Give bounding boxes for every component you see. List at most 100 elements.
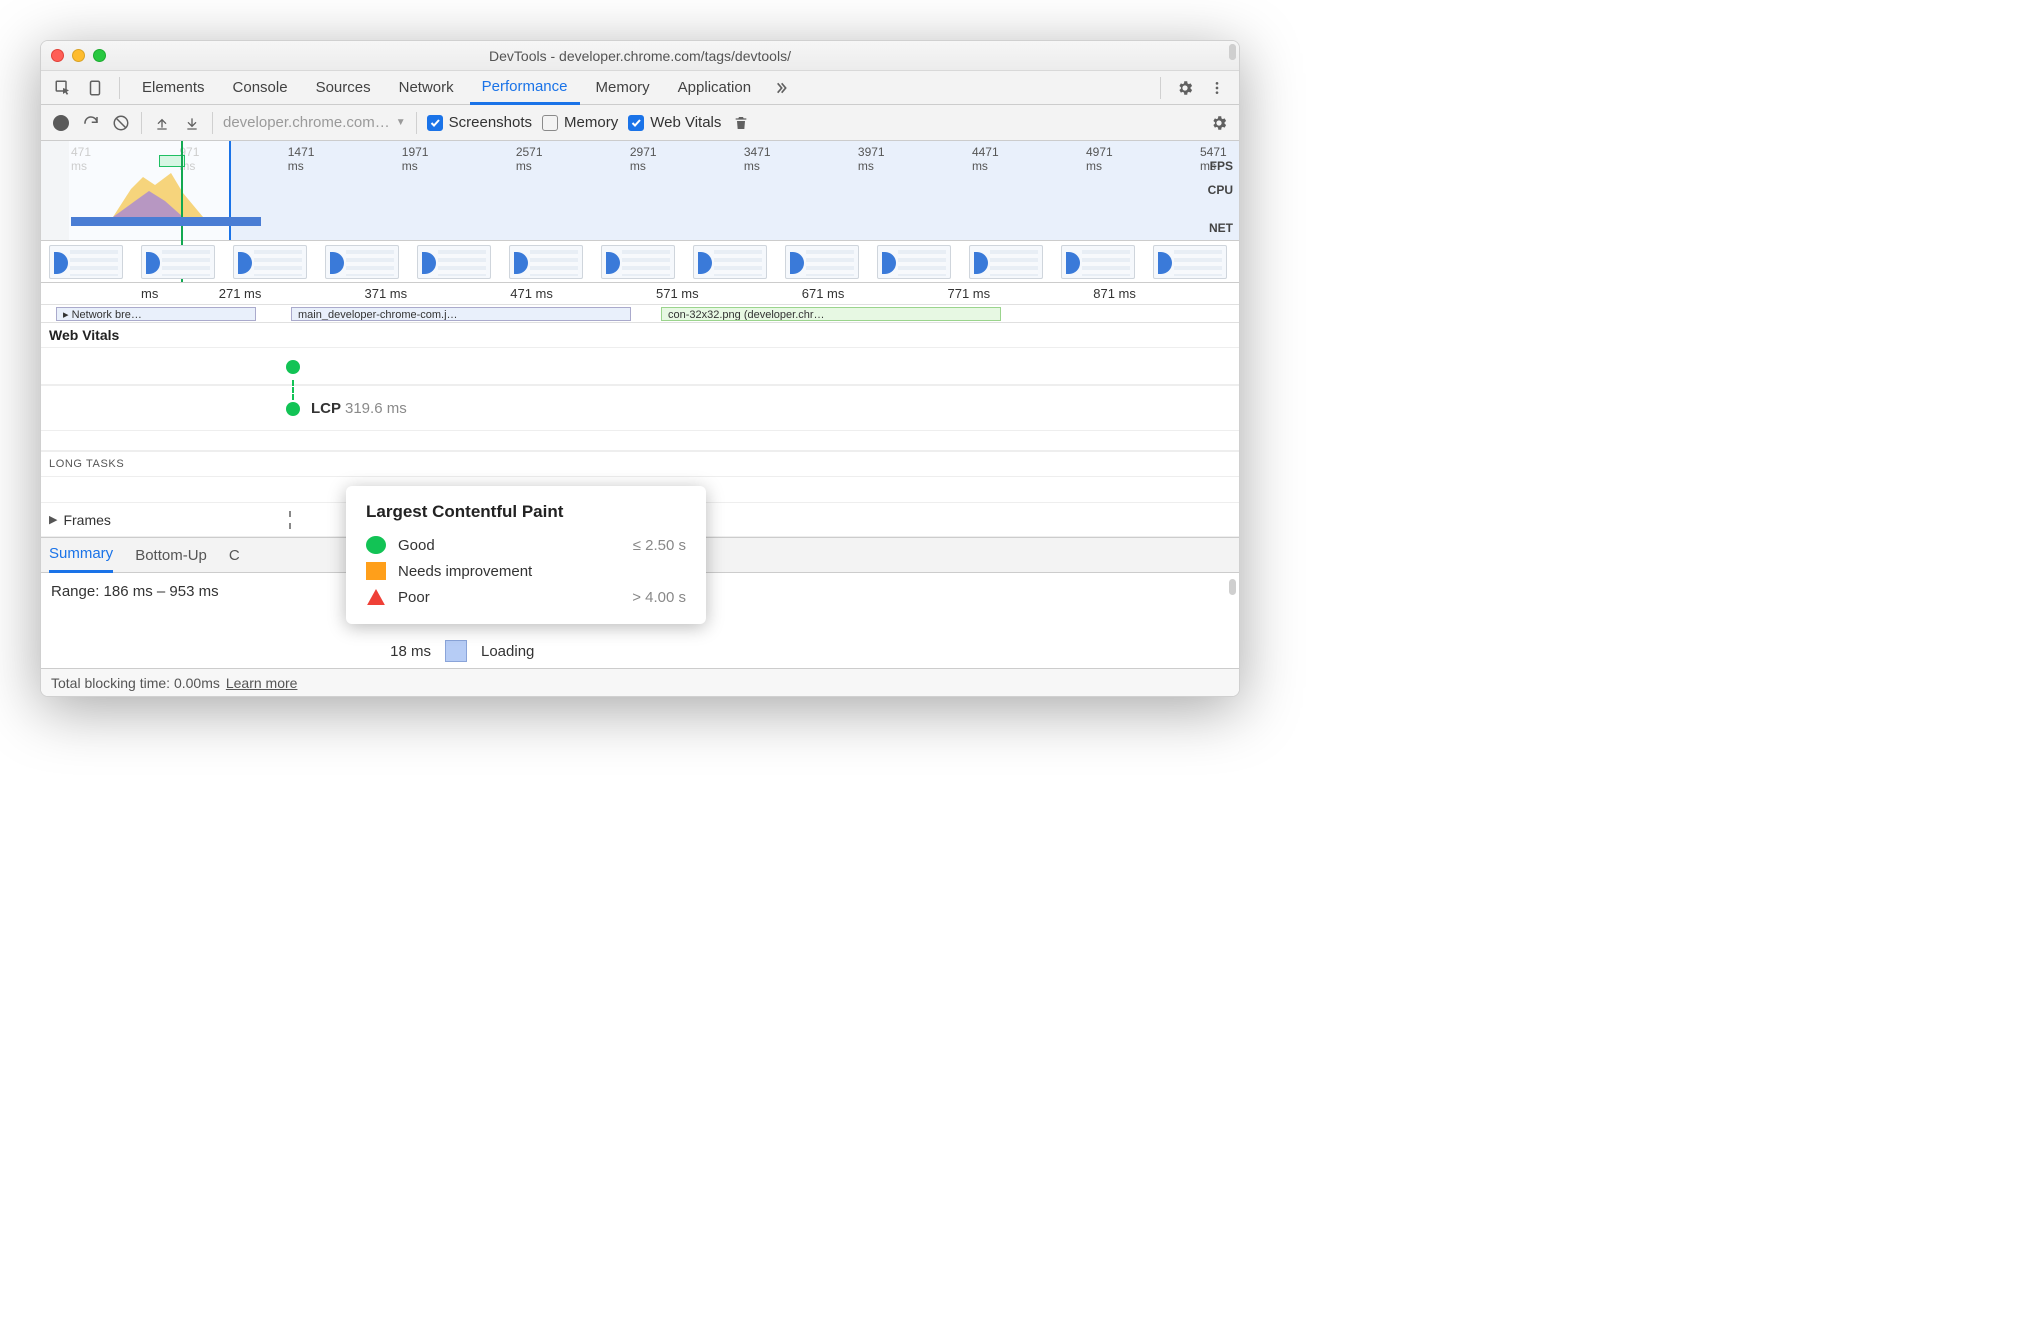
screenshot-thumb[interactable] bbox=[969, 245, 1043, 279]
separator bbox=[212, 112, 213, 134]
tbt-text: Total blocking time: 0.00ms bbox=[51, 675, 220, 691]
capture-settings-gear-icon[interactable] bbox=[1209, 113, 1229, 133]
cpu-peak bbox=[113, 171, 203, 217]
screenshot-thumb[interactable] bbox=[693, 245, 767, 279]
chevron-down-icon: ▼ bbox=[396, 117, 406, 128]
tooltip-label: Poor bbox=[398, 589, 430, 606]
scrollbar-thumb[interactable] bbox=[1229, 579, 1236, 595]
frame-marker bbox=[289, 511, 291, 529]
memory-checkbox[interactable]: Memory bbox=[542, 114, 618, 131]
screenshot-thumb[interactable] bbox=[325, 245, 399, 279]
tooltip-row-good: Good ≤ 2.50 s bbox=[366, 532, 686, 558]
tick: 771 ms bbox=[947, 286, 1093, 301]
tab-network[interactable]: Network bbox=[387, 71, 466, 105]
net-bar bbox=[71, 217, 261, 226]
screenshot-thumb[interactable] bbox=[1061, 245, 1135, 279]
fps-label: FPS bbox=[1210, 159, 1233, 173]
loading-swatch bbox=[445, 640, 467, 662]
frames-label: Frames bbox=[63, 512, 110, 528]
screenshot-thumb[interactable] bbox=[141, 245, 215, 279]
longtasks-label: LONG TASKS bbox=[49, 458, 124, 470]
tab-elements[interactable]: Elements bbox=[130, 71, 217, 105]
tick: 471 ms bbox=[510, 286, 656, 301]
memory-label: Memory bbox=[564, 114, 618, 131]
screenshot-thumb[interactable] bbox=[49, 245, 123, 279]
separator bbox=[1160, 77, 1161, 99]
more-tabs-icon[interactable] bbox=[767, 74, 795, 102]
tab-memory[interactable]: Memory bbox=[584, 71, 662, 105]
learn-more-link[interactable]: Learn more bbox=[226, 675, 298, 691]
lcp-dashed-connector bbox=[292, 380, 294, 400]
device-toolbar-icon[interactable] bbox=[81, 74, 109, 102]
cpu-label: CPU bbox=[1208, 183, 1233, 197]
tick: 571 ms bbox=[656, 286, 802, 301]
screenshot-thumb[interactable] bbox=[509, 245, 583, 279]
tooltip-label: Needs improvement bbox=[398, 563, 532, 580]
screenshots-label: Screenshots bbox=[449, 114, 532, 131]
inspect-element-icon[interactable] bbox=[49, 74, 77, 102]
webvitals-label: Web Vitals bbox=[650, 114, 721, 131]
screenshot-strip[interactable] bbox=[41, 241, 1239, 283]
vital-track[interactable] bbox=[41, 347, 1239, 385]
tab-sources[interactable]: Sources bbox=[304, 71, 383, 105]
separator bbox=[119, 77, 120, 99]
recording-url-label: developer.chrome.com… bbox=[223, 114, 390, 131]
tick: 871 ms bbox=[1093, 286, 1239, 301]
kebab-menu-icon[interactable] bbox=[1203, 74, 1231, 102]
needs-square-icon bbox=[366, 562, 386, 580]
network-chip[interactable]: main_developer-chrome-com.j… bbox=[291, 307, 631, 321]
reload-record-icon[interactable] bbox=[81, 113, 101, 133]
performance-toolbar: developer.chrome.com… ▼ Screenshots Memo… bbox=[41, 105, 1239, 141]
screenshot-thumb[interactable] bbox=[601, 245, 675, 279]
scrollbar-thumb[interactable] bbox=[1229, 44, 1236, 60]
tab-summary[interactable]: Summary bbox=[49, 537, 113, 573]
tick: 271 ms bbox=[219, 286, 365, 301]
flame-ticks[interactable]: ms 271 ms 371 ms 471 ms 571 ms 671 ms 77… bbox=[41, 283, 1239, 305]
screenshot-thumb[interactable] bbox=[417, 245, 491, 279]
timeline-overview[interactable]: 471 ms971 ms 1471 ms1971 ms 2571 ms2971 … bbox=[41, 141, 1239, 241]
network-chip[interactable]: con-32x32.png (developer.chr… bbox=[661, 307, 1001, 321]
empty-track bbox=[41, 431, 1239, 451]
trash-icon[interactable] bbox=[731, 113, 751, 133]
upload-profile-icon[interactable] bbox=[152, 113, 172, 133]
clear-icon[interactable] bbox=[111, 113, 131, 133]
devtools-tabbar: Elements Console Sources Network Perform… bbox=[41, 71, 1239, 105]
loading-label: Loading bbox=[481, 643, 534, 660]
longtasks-header: LONG TASKS bbox=[41, 451, 1239, 477]
lcp-tooltip: Largest Contentful Paint Good ≤ 2.50 s N… bbox=[346, 486, 706, 624]
tooltip-value: > 4.00 s bbox=[632, 589, 686, 606]
poor-triangle-icon bbox=[366, 588, 386, 606]
tooltip-row-needs: Needs improvement bbox=[366, 558, 686, 584]
webvitals-checkbox[interactable]: Web Vitals bbox=[628, 114, 721, 131]
tooltip-row-poor: Poor > 4.00 s bbox=[366, 584, 686, 610]
record-button[interactable] bbox=[51, 113, 71, 133]
settings-gear-icon[interactable] bbox=[1171, 74, 1199, 102]
webvitals-section-header: Web Vitals bbox=[41, 323, 1239, 347]
network-slice-row[interactable]: ▸ Network bre… main_developer-chrome-com… bbox=[41, 305, 1239, 323]
expand-triangle-icon[interactable]: ▶ bbox=[49, 513, 57, 526]
screenshot-thumb[interactable] bbox=[233, 245, 307, 279]
tooltip-label: Good bbox=[398, 537, 435, 554]
good-circle-icon bbox=[366, 536, 386, 554]
tab-performance[interactable]: Performance bbox=[470, 71, 580, 105]
screenshots-checkbox[interactable]: Screenshots bbox=[427, 114, 532, 131]
separator bbox=[141, 112, 142, 134]
tab-bottom-up[interactable]: Bottom-Up bbox=[135, 537, 207, 573]
window-titlebar: DevTools - developer.chrome.com/tags/dev… bbox=[41, 41, 1239, 71]
recording-selector[interactable]: developer.chrome.com… ▼ bbox=[223, 114, 406, 131]
screenshot-thumb[interactable] bbox=[877, 245, 951, 279]
net-label: NET bbox=[1209, 221, 1233, 235]
tab-console[interactable]: Console bbox=[221, 71, 300, 105]
lcp-label: LCP319.6 ms bbox=[311, 400, 407, 417]
tab-calltree[interactable]: C bbox=[229, 537, 240, 573]
tick: 671 ms bbox=[802, 286, 948, 301]
network-chip[interactable]: ▸ Network bre… bbox=[56, 307, 256, 321]
lcp-track[interactable]: LCP319.6 ms bbox=[41, 385, 1239, 431]
loading-time: 18 ms bbox=[351, 643, 431, 660]
tab-application[interactable]: Application bbox=[666, 71, 763, 105]
vital-marker-dot[interactable] bbox=[286, 360, 300, 374]
screenshot-thumb[interactable] bbox=[1153, 245, 1227, 279]
download-profile-icon[interactable] bbox=[182, 113, 202, 133]
lcp-marker-dot[interactable] bbox=[286, 402, 300, 416]
screenshot-thumb[interactable] bbox=[785, 245, 859, 279]
